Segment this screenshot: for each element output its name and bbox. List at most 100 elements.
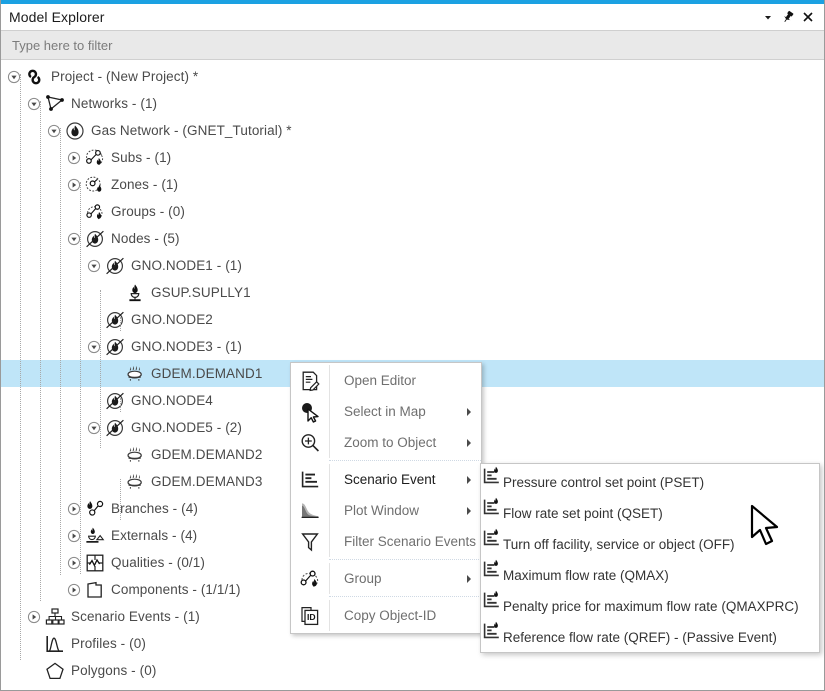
- collapse-toggle-icon[interactable]: [87, 421, 101, 435]
- collapse-toggle-icon[interactable]: [7, 70, 21, 84]
- submenu-item-qset[interactable]: Flow rate set point (QSET): [481, 496, 819, 527]
- submenu-item-off[interactable]: Turn off facility, service or object (OF…: [481, 527, 819, 558]
- tree-guide-line: [40, 101, 41, 601]
- node-icon: [104, 309, 126, 331]
- tree-item-nodes[interactable]: Nodes - (5): [1, 225, 824, 252]
- node-icon: [84, 228, 106, 250]
- collapse-toggle-icon[interactable]: [67, 232, 81, 246]
- barchart-icon: [291, 469, 329, 491]
- submenu-item-pset[interactable]: Pressure control set point (PSET): [481, 465, 819, 496]
- event-icon: [481, 537, 503, 552]
- subs-icon: [84, 147, 106, 169]
- tree-item-polygons[interactable]: Polygons - (0): [1, 657, 824, 684]
- menu-item-label: Open Editor: [329, 365, 481, 396]
- submenu-arrow-icon: [467, 575, 471, 583]
- tree-item-label: Profiles - (0): [71, 636, 146, 651]
- tree-leaf-spacer: [87, 394, 101, 408]
- submenu-arrow-icon: [467, 507, 471, 515]
- close-icon[interactable]: [798, 7, 818, 27]
- tree-guide-line: [60, 128, 61, 575]
- menu-item-zoom-to-object[interactable]: Zoom to Object: [291, 427, 481, 458]
- menu-item-open-editor[interactable]: Open Editor: [291, 365, 481, 396]
- tree-item-label: Components - (1/1/1): [111, 582, 241, 597]
- menu-item-select-in-map[interactable]: Select in Map: [291, 396, 481, 427]
- tree-item-label: Project - (New Project) *: [51, 69, 198, 84]
- editor-icon: [291, 370, 329, 392]
- tree-item-project[interactable]: Project - (New Project) *: [1, 63, 824, 90]
- svg-text:ID: ID: [307, 612, 316, 622]
- tree-item-gas-network[interactable]: Gas Network - (GNET_Tutorial) *: [1, 117, 824, 144]
- submenu-item-qmaxprc[interactable]: Penalty price for maximum flow rate (QMA…: [481, 589, 819, 620]
- infinity-icon: [24, 66, 46, 88]
- tree-item-node1[interactable]: GNO.NODE1 - (1): [1, 252, 824, 279]
- submenu-item-qmax[interactable]: Maximum flow rate (QMAX): [481, 558, 819, 589]
- submenu-item-label: Flow rate set point (QSET): [503, 506, 663, 521]
- submenu-arrow-icon: [467, 476, 471, 484]
- tree-item-networks[interactable]: Networks - (1): [1, 90, 824, 117]
- tree-item-label: GSUP.SUPLLY1: [151, 285, 251, 300]
- tree-item-supply1[interactable]: GSUP.SUPLLY1: [1, 279, 824, 306]
- model-explorer-window: Model Explorer Project - (New Project) *: [0, 0, 825, 691]
- hierarchy-icon: [44, 606, 66, 628]
- filter-bar[interactable]: [1, 31, 824, 60]
- collapse-toggle-icon[interactable]: [87, 259, 101, 273]
- tree-item-label: Nodes - (5): [111, 231, 180, 246]
- event-icon: [481, 568, 503, 583]
- flame-icon: [64, 120, 86, 142]
- expand-toggle-icon[interactable]: [67, 583, 81, 597]
- expand-toggle-icon[interactable]: [67, 502, 81, 516]
- tree-item-node2[interactable]: GNO.NODE2: [1, 306, 824, 333]
- menu-item-copy-object-id[interactable]: IDCopy Object-ID: [291, 600, 481, 631]
- tree-leaf-spacer: [67, 205, 81, 219]
- tree-item-label: GNO.NODE4: [131, 393, 213, 408]
- menu-item-scenario-event[interactable]: Scenario Event: [291, 464, 481, 495]
- event-icon: [481, 599, 503, 614]
- tree-item-subs[interactable]: Subs - (1): [1, 144, 824, 171]
- components-icon: [84, 579, 106, 601]
- tree-leaf-spacer: [27, 664, 41, 678]
- submenu-item-label: Pressure control set point (PSET): [503, 475, 704, 490]
- menu-item-label: Select in Map: [329, 396, 481, 427]
- collapse-toggle-icon[interactable]: [27, 97, 41, 111]
- expand-toggle-icon[interactable]: [67, 178, 81, 192]
- menu-separator: [329, 596, 481, 598]
- expand-toggle-icon[interactable]: [27, 610, 41, 624]
- tree-item-label: GNO.NODE1 - (1): [131, 258, 242, 273]
- tree-item-label: Gas Network - (GNET_Tutorial) *: [91, 123, 292, 138]
- expand-toggle-icon[interactable]: [67, 529, 81, 543]
- chevron-down-icon[interactable]: [758, 7, 778, 27]
- tree-item-groups[interactable]: Groups - (0): [1, 198, 824, 225]
- tree-item-label: GNO.NODE3 - (1): [131, 339, 242, 354]
- tree-guide-line: [120, 317, 121, 331]
- funnel-icon: [291, 531, 329, 553]
- submenu-item-qref[interactable]: Reference flow rate (QREF) - (Passive Ev…: [481, 620, 819, 651]
- polygon-icon: [44, 660, 66, 682]
- node-icon: [104, 417, 126, 439]
- tree-item-label: Branches - (4): [111, 501, 198, 516]
- menu-item-group[interactable]: Group: [291, 563, 481, 594]
- collapse-toggle-icon[interactable]: [87, 340, 101, 354]
- supply-icon: [124, 282, 146, 304]
- submenu-item-label: Reference flow rate (QREF) - (Passive Ev…: [503, 630, 777, 645]
- tree-item-label: Networks - (1): [71, 96, 157, 111]
- menu-item-plot-window[interactable]: Plot Window: [291, 495, 481, 526]
- tree-leaf-spacer: [107, 367, 121, 381]
- scenario-event-submenu: Pressure control set point (PSET) Flow ra…: [480, 463, 820, 653]
- pointer-icon: [291, 401, 329, 423]
- menu-item-filter-scenario-events[interactable]: Filter Scenario Events: [291, 526, 481, 557]
- zoom-icon: [291, 432, 329, 454]
- menu-item-label: Zoom to Object: [329, 427, 481, 458]
- menu-item-label: Filter Scenario Events: [329, 526, 481, 557]
- tree-item-zones[interactable]: Zones - (1): [1, 171, 824, 198]
- tree-item-node3[interactable]: GNO.NODE3 - (1): [1, 333, 824, 360]
- expand-toggle-icon[interactable]: [67, 151, 81, 165]
- node-icon: [104, 390, 126, 412]
- tree-leaf-spacer: [107, 475, 121, 489]
- externals-icon: [84, 525, 106, 547]
- tree-item-label: GNO.NODE5 - (2): [131, 420, 242, 435]
- expand-toggle-icon[interactable]: [67, 556, 81, 570]
- collapse-toggle-icon[interactable]: [47, 124, 61, 138]
- search-input[interactable]: [10, 37, 815, 54]
- tree-guide-line: [120, 479, 121, 520]
- pin-icon[interactable]: [778, 7, 798, 27]
